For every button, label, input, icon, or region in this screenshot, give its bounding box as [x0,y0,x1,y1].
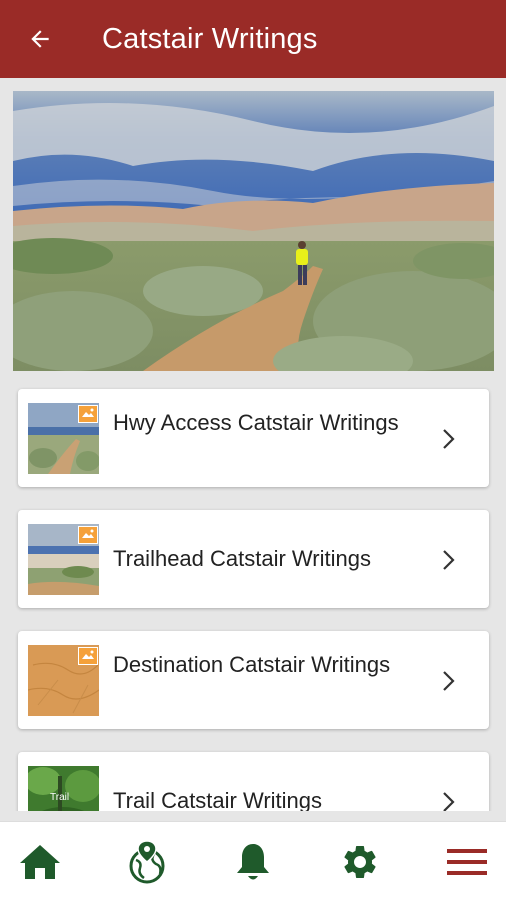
bell-icon [237,844,269,880]
list-item[interactable]: Trail Trail Catstair Writings [18,752,489,811]
thumbnail: Trail [28,766,99,811]
page-title: Catstair Writings [102,22,318,55]
list-item-label: Trail Catstair Writings [113,788,323,811]
home-icon [20,845,60,879]
chevron-right-icon [443,671,455,691]
360-photo-icon [78,647,98,665]
nav-home-button[interactable] [17,840,63,884]
list-item[interactable]: Destination Catstair Writings [18,631,489,729]
chevron-right-icon [443,792,455,811]
360-photo-icon [78,405,98,423]
thumbnail-caption: Trail [50,792,70,803]
nav-map-button[interactable] [124,840,170,884]
list-item[interactable]: Hwy Access Catstair Writings [18,389,489,487]
list-item-label: Trailhead Catstair Writings [113,546,371,571]
bottom-navigation [0,821,506,900]
chevron-right-icon [443,429,455,449]
chevron-right-icon [443,550,455,570]
360-photo-icon [78,526,98,544]
menu-icon [447,849,487,875]
nav-menu-button[interactable] [444,840,490,884]
app-bar: Catstair Writings [0,0,506,78]
location-list: Hwy Access Catstair Writings Trailhead C… [0,371,506,811]
list-item-label: Destination Catstair Writings [113,652,391,677]
gear-icon [344,846,376,878]
hero-image [13,91,494,371]
list-item-label: Hwy Access Catstair Writings [113,410,399,435]
back-button[interactable] [0,0,80,78]
arrow-left-icon [31,30,49,48]
nav-settings-button[interactable] [337,840,383,884]
nav-notifications-button[interactable] [230,840,276,884]
map-globe-icon [129,840,165,884]
list-item[interactable]: Trailhead Catstair Writings [18,510,489,608]
